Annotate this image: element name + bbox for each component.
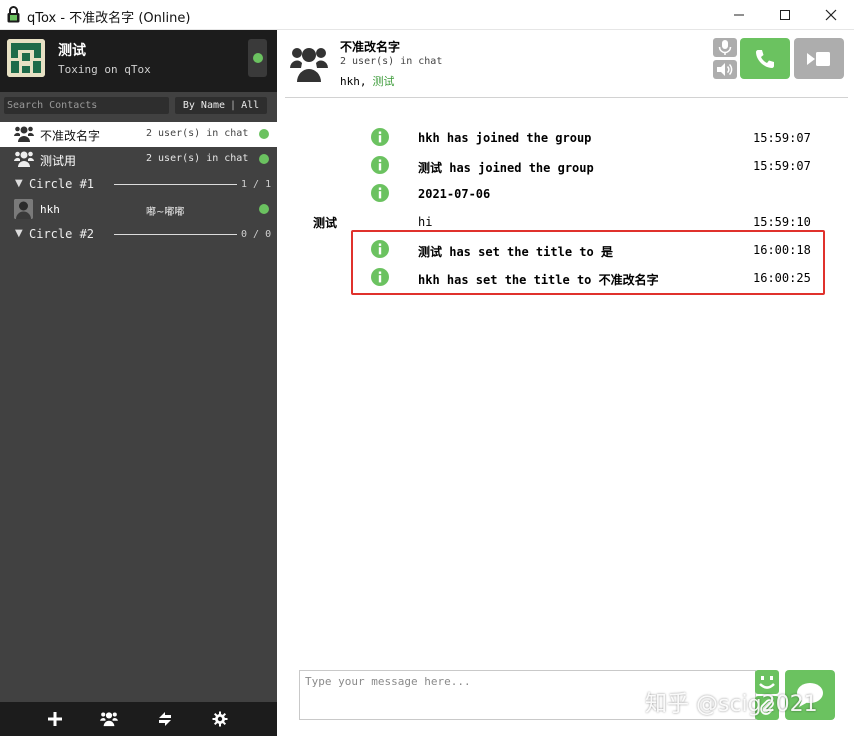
circle-header-2[interactable]: ▼ Circle #2 0 / 0 [0,222,277,247]
audio-call-button[interactable] [740,38,790,79]
system-message: 测试 has joined the group 15:59:07 [285,154,848,178]
sort-by-label: By Name [182,100,226,111]
group-item-测试用[interactable]: 测试用 2 user(s) in chat [0,147,277,172]
contact-name: 测试用 [40,154,77,168]
member-name[interactable]: hkh, [340,75,367,88]
contact-status: 2 user(s) in chat [146,153,249,164]
maximize-icon [780,9,790,20]
sort-separator: | [230,100,237,111]
microphone-button[interactable] [713,38,737,57]
group-item-不准改名字[interactable]: 不准改名字 2 user(s) in chat [0,122,277,147]
friend-avatar [14,199,33,219]
online-status-dot [259,204,269,214]
annotation-highlight-box [351,230,825,295]
circle-divider [114,234,237,235]
message-log: hkh has joined the group 15:59:07 测试 has… [285,98,848,658]
transfer-arrows-icon [159,712,171,726]
qtox-lock-icon [7,6,20,23]
watermark: 知乎 @scig2021 [645,692,818,717]
file-transfers-button[interactable] [156,710,174,728]
close-button[interactable] [808,0,854,29]
maximize-button[interactable] [762,0,808,29]
video-call-button[interactable] [794,38,844,79]
microphone-icon [718,40,732,55]
info-icon [371,128,389,146]
group-icon [14,151,34,167]
avatar-photo-icon [14,199,33,219]
circle-name: Circle #1 [29,177,95,191]
member-name[interactable]: 测试 [373,75,395,88]
sort-filter-button[interactable]: By Name | All [175,97,267,114]
contact-status-message: 嘟~嘟嘟 [146,207,185,218]
close-icon [825,9,837,20]
group-avatar-icon [290,48,328,82]
message-author[interactable]: 测试 [313,214,337,231]
contact-name: hkh [40,203,60,216]
collapse-arrow-icon: ▼ [15,178,23,189]
circle-header-1[interactable]: ▼ Circle #1 1 / 1 [0,172,277,197]
circle-count: 0 / 0 [241,229,272,240]
circle-divider [114,184,237,185]
speaker-icon [717,63,733,76]
filter-label: All [241,100,260,111]
add-friend-button[interactable] [46,710,64,728]
profile-name[interactable]: 测试 [58,40,86,60]
minimize-button[interactable] [716,0,762,29]
phone-icon [756,49,774,68]
online-status-dot [259,129,269,139]
online-status-dot [253,53,263,63]
group-icon [100,712,118,727]
chat-member-list: hkh, 测试 [340,73,395,89]
chat-user-count: 2 user(s) in chat [340,56,443,67]
message-time: 15:59:07 [753,159,811,173]
sidebar: 测试 Toxing on qTox By Name | All 不准改名字 2 … [0,30,277,736]
info-icon [371,156,389,174]
contact-name: 不准改名字 [40,129,101,143]
group-icon [14,126,34,142]
system-message: hkh has joined the group 15:59:07 [285,126,848,150]
search-contacts-input[interactable] [4,97,169,114]
volume-button[interactable] [713,60,737,79]
contact-list: 不准改名字 2 user(s) in chat 测试用 2 user(s) in… [0,122,277,247]
video-camera-icon [807,51,830,66]
create-group-button[interactable] [100,710,118,728]
sidebar-toolbar [0,702,277,736]
circle-count: 1 / 1 [241,179,272,190]
title-bar: qTox - 不准改名字 (Online) [0,0,854,30]
message-time: 15:59:07 [753,131,811,145]
online-status-dot [259,154,269,164]
chat-header: 不准改名字 2 user(s) in chat hkh, 测试 [285,30,848,98]
window-title: qTox - 不准改名字 (Online) [27,11,191,26]
date-separator: 2021-07-06 [285,182,848,206]
collapse-arrow-icon: ▼ [15,228,23,239]
message-time: 15:59:10 [753,215,811,229]
message-text: hkh has joined the group [418,131,592,145]
status-button[interactable] [248,39,267,77]
info-icon [371,184,389,202]
settings-button[interactable] [211,710,229,728]
identicon-icon [7,39,45,77]
gear-icon [212,711,228,727]
message-text: 测试 has joined the group [418,161,594,175]
profile-avatar[interactable] [7,39,45,77]
minimize-icon [734,14,744,15]
message-text: 2021-07-06 [418,187,491,201]
message-text: hi [418,215,433,229]
profile-status-message[interactable]: Toxing on qTox [58,63,151,76]
contact-status: 2 user(s) in chat [146,128,249,139]
profile-header: 测试 Toxing on qTox [0,30,277,92]
circle-name: Circle #2 [29,227,95,241]
friend-item-hkh[interactable]: hkh 嘟~嘟嘟 [0,197,277,222]
chat-title[interactable]: 不准改名字 [340,38,400,55]
plus-icon [48,712,62,726]
